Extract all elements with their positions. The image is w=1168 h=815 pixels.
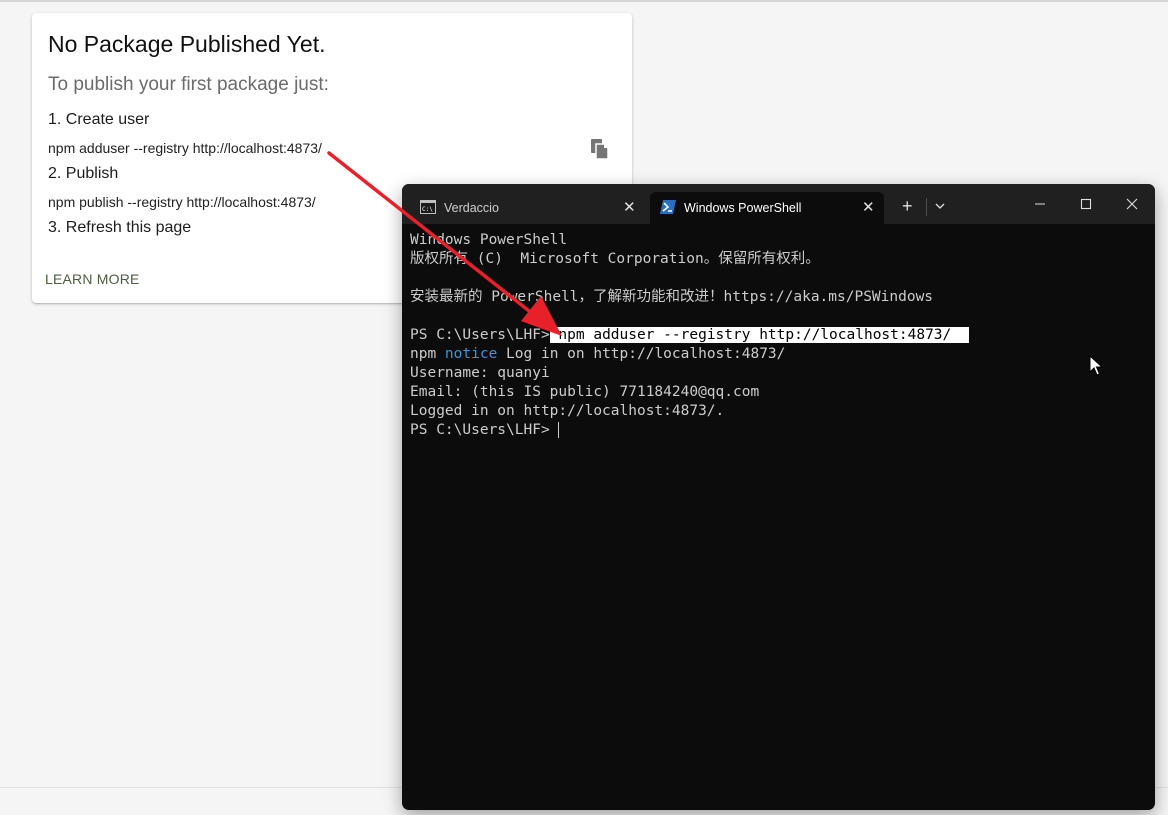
card-title: No Package Published Yet. [48,31,326,57]
output-line: Email: (this IS public) 771184240@qq.com [410,384,760,400]
npm-label: npm [410,346,445,362]
text-cursor [558,422,560,438]
chevron-down-icon[interactable] [932,198,948,214]
command-line: PS C:\Users\LHF> npm adduser --registry … [410,326,1150,345]
close-icon[interactable]: ✕ [623,200,636,215]
learn-more-button[interactable]: LEARN MORE [45,271,140,287]
close-icon[interactable]: ✕ [862,200,875,215]
close-window-icon[interactable] [1120,194,1144,214]
cmd-icon: C:\ [420,200,436,214]
tab-verdaccio[interactable]: C:\ Verdaccio ✕ [410,192,650,224]
svg-text:C:\: C:\ [422,206,433,213]
prompt: PS C:\Users\LHF> [410,422,559,438]
prompt-line: PS C:\Users\LHF> [410,421,1150,440]
output-line: 版权所有 (C) Microsoft Corporation。保留所有权利。 [410,251,820,267]
highlighted-command: npm adduser --registry http://localhost:… [549,327,969,343]
tab-windows-powershell[interactable]: Windows PowerShell ✕ [650,192,884,224]
output-line: Logged in on http://localhost:4873/. [410,403,725,419]
tab-label: Windows PowerShell [684,201,802,215]
output-line: Username: quanyi [410,365,550,381]
copy-icon[interactable] [590,138,610,160]
publish-command: npm publish --registry http://localhost:… [48,194,316,210]
notice-text: Log in on http://localhost:4873/ [497,346,786,362]
mouse-pointer-icon [1089,355,1103,376]
terminal-output[interactable]: Windows PowerShell 版权所有 (C) Microsoft Co… [410,231,1150,440]
tab-bar: C:\ Verdaccio ✕ Windows PowerShell ✕ + [402,184,1155,224]
prompt: PS C:\Users\LHF> [410,327,550,343]
step-create-user: 1. Create user [48,111,150,128]
step-refresh: 3. Refresh this page [48,219,192,236]
maximize-icon[interactable] [1074,194,1098,214]
adduser-command: npm adduser --registry http://localhost:… [48,140,322,156]
output-line: 安装最新的 PowerShell，了解新功能和改进！https://aka.ms… [410,289,934,305]
minimize-icon[interactable] [1028,194,1052,214]
card-subtitle: To publish your first package just: [48,74,329,95]
output-line: Windows PowerShell [410,232,568,248]
tab-label: Verdaccio [444,201,499,215]
top-divider [0,0,1168,2]
new-tab-button[interactable]: + [902,197,913,215]
terminal-window: C:\ Verdaccio ✕ Windows PowerShell ✕ + W… [402,184,1155,810]
tab-separator [926,198,927,216]
notice-keyword: notice [444,346,498,362]
notice-line: npm notice Log in on http://localhost:48… [410,345,1150,364]
step-publish: 2. Publish [48,165,119,182]
powershell-icon [660,200,676,214]
